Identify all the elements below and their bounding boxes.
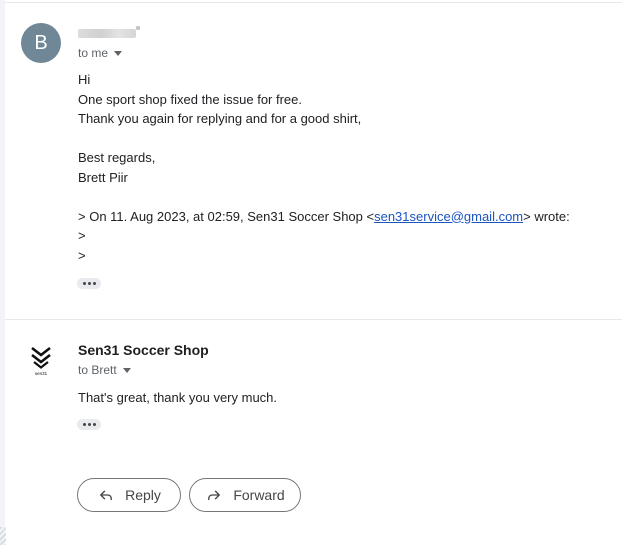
logo-wordmark: sen31 xyxy=(35,371,48,376)
body-line: One sport shop fixed the issue for free. xyxy=(78,91,303,107)
more-horizontal-icon-dot xyxy=(92,282,96,285)
body-line: Thank you again for replying and for a g… xyxy=(78,111,362,126)
more-horizontal-icon-dot xyxy=(92,423,96,426)
sender-avatar[interactable]: B xyxy=(21,23,61,63)
show-trimmed-content-button[interactable] xyxy=(77,278,101,289)
sender-name[interactable]: Sen31 Soccer Shop xyxy=(78,342,209,358)
body-line: Best regards, xyxy=(78,150,156,165)
more-horizontal-icon-dot xyxy=(82,282,86,285)
quoted-header: > On 11. Aug 2023, at 02:59, Sen31 Socce… xyxy=(78,207,570,227)
message-body: That's great, thank you very much. xyxy=(78,388,277,408)
quote-suffix: > wrote: xyxy=(523,208,570,224)
body-line: Brett Piir xyxy=(78,169,128,185)
scroll-edge xyxy=(0,527,6,545)
show-trimmed-content-button[interactable] xyxy=(77,419,101,430)
quoted-email-link[interactable]: sen31service@gmail.com xyxy=(374,209,523,224)
quote-prefix: > On 11. Aug 2023, at 02:59, Sen31 Socce… xyxy=(78,208,375,224)
recipient-details-toggle[interactable]: to me xyxy=(78,46,123,60)
message-body: Hi One sport shop fixed the issue for fr… xyxy=(78,70,570,265)
chevron-down-icon xyxy=(114,51,123,56)
reply-arrow-icon xyxy=(100,490,113,501)
recipient-details-toggle[interactable]: to Brett xyxy=(78,363,131,377)
more-horizontal-icon-dot xyxy=(82,423,86,426)
recipient-label: to Brett xyxy=(78,363,117,377)
forward-button[interactable]: Forward xyxy=(189,478,301,512)
top-divider xyxy=(5,2,622,3)
more-horizontal-icon-dot xyxy=(87,282,91,285)
reply-label: Reply xyxy=(125,487,161,503)
more-horizontal-icon-dot xyxy=(87,423,91,426)
sen31-logo-icon: sen31 xyxy=(31,346,51,376)
body-blank-line xyxy=(78,187,570,207)
body-blank-line xyxy=(78,129,570,149)
sender-name-redacted xyxy=(78,26,140,38)
forward-label: Forward xyxy=(233,487,285,503)
recipient-label: to me xyxy=(78,46,109,60)
body-line: Hi xyxy=(78,72,91,87)
email-thread: B to me Hi One sport shop fixed the issu… xyxy=(0,0,622,545)
left-rail xyxy=(0,0,5,545)
quote-marker: > xyxy=(78,247,86,263)
forward-arrow-icon xyxy=(208,490,221,501)
chevron-down-icon xyxy=(122,368,131,373)
message-divider xyxy=(5,319,622,320)
quote-marker: > xyxy=(78,228,86,243)
reply-button[interactable]: Reply xyxy=(77,478,181,512)
body-line: That's great, thank you very much. xyxy=(78,390,278,405)
